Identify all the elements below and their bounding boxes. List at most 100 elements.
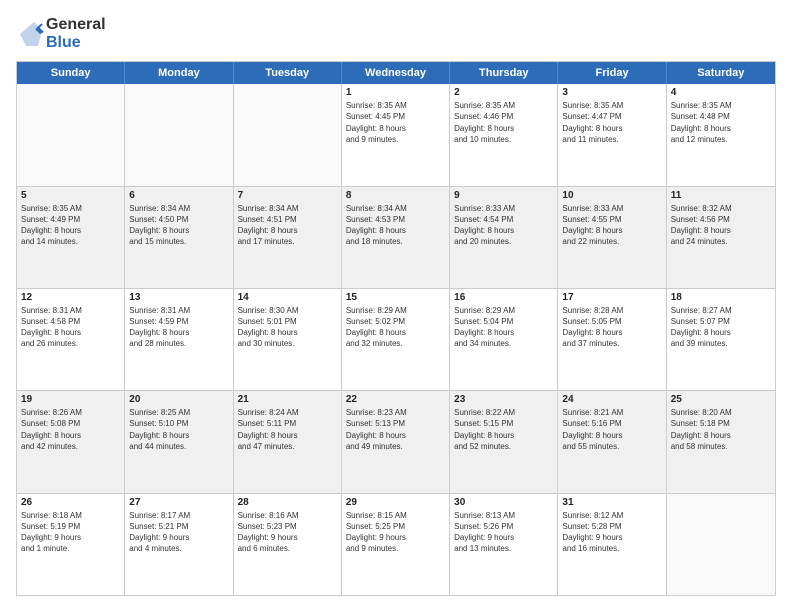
day-cell-1: 1 Sunrise: 8:35 AMSunset: 4:45 PMDaylight…	[342, 84, 450, 185]
day-info: Sunrise: 8:31 AMSunset: 4:59 PMDaylight:…	[129, 305, 228, 350]
day-number: 11	[671, 190, 771, 201]
day-number: 25	[671, 394, 771, 405]
weekday-header-wednesday: Wednesday	[342, 62, 450, 84]
day-number: 21	[238, 394, 337, 405]
weekday-header-tuesday: Tuesday	[234, 62, 342, 84]
day-number: 2	[454, 87, 553, 98]
calendar-header: SundayMondayTuesdayWednesdayThursdayFrid…	[17, 62, 775, 84]
day-number: 15	[346, 292, 445, 303]
logo-general-text: General	[46, 16, 106, 34]
day-cell-23: 23 Sunrise: 8:22 AMSunset: 5:15 PMDayligh…	[450, 391, 558, 492]
day-cell-8: 8 Sunrise: 8:34 AMSunset: 4:53 PMDaylight…	[342, 187, 450, 288]
calendar-row-2: 12Sunrise: 8:31 AMSunset: 4:58 PMDayligh…	[17, 288, 775, 390]
day-number: 16	[454, 292, 553, 303]
day-info: Sunrise: 8:26 AMSunset: 5:08 PMDaylight:…	[21, 407, 120, 452]
empty-cell-0-0	[17, 84, 125, 185]
day-info: Sunrise: 8:33 AMSunset: 4:55 PMDaylight:…	[562, 203, 661, 248]
day-number: 10	[562, 190, 661, 201]
day-number: 24	[562, 394, 661, 405]
day-cell-29: 29 Sunrise: 8:15 AMSunset: 5:25 PMDayligh…	[342, 494, 450, 595]
day-cell-30: 30 Sunrise: 8:13 AMSunset: 5:26 PMDayligh…	[450, 494, 558, 595]
day-info: Sunrise: 8:29 AMSunset: 5:04 PMDaylight:…	[454, 305, 553, 350]
day-cell-6: 6 Sunrise: 8:34 AMSunset: 4:50 PMDaylight…	[125, 187, 233, 288]
day-cell-21: 21Sunrise: 8:24 AMSunset: 5:11 PMDayligh…	[234, 391, 342, 492]
day-info: Sunrise: 8:34 AMSunset: 4:51 PMDaylight:…	[238, 203, 337, 248]
weekday-header-saturday: Saturday	[667, 62, 775, 84]
day-number: 8	[346, 190, 445, 201]
day-number: 19	[21, 394, 120, 405]
calendar: SundayMondayTuesdayWednesdayThursdayFrid…	[16, 61, 776, 596]
day-number: 30	[454, 497, 553, 508]
day-number: 12	[21, 292, 120, 303]
day-cell-18: 18 Sunrise: 8:27 AMSunset: 5:07 PMDayligh…	[667, 289, 775, 390]
day-cell-10: 10 Sunrise: 8:33 AMSunset: 4:55 PMDayligh…	[558, 187, 666, 288]
day-number: 7	[238, 190, 337, 201]
day-cell-9: 9Sunrise: 8:33 AMSunset: 4:54 PMDaylight…	[450, 187, 558, 288]
logo-container: General Blue	[16, 16, 106, 51]
day-cell-2: 2Sunrise: 8:35 AMSunset: 4:46 PMDaylight…	[450, 84, 558, 185]
day-cell-4: 4Sunrise: 8:35 AMSunset: 4:48 PMDaylight…	[667, 84, 775, 185]
day-info: Sunrise: 8:18 AMSunset: 5:19 PMDaylight:…	[21, 510, 120, 555]
day-info: Sunrise: 8:35 AMSunset: 4:47 PMDaylight:…	[562, 100, 661, 145]
day-number: 27	[129, 497, 228, 508]
day-info: Sunrise: 8:35 AMSunset: 4:45 PMDaylight:…	[346, 100, 445, 145]
day-cell-22: 22 Sunrise: 8:23 AMSunset: 5:13 PMDayligh…	[342, 391, 450, 492]
day-number: 18	[671, 292, 771, 303]
day-cell-11: 11 Sunrise: 8:32 AMSunset: 4:56 PMDayligh…	[667, 187, 775, 288]
day-info: Sunrise: 8:34 AMSunset: 4:50 PMDaylight:…	[129, 203, 228, 248]
day-number: 3	[562, 87, 661, 98]
weekday-header-sunday: Sunday	[17, 62, 125, 84]
day-cell-24: 24Sunrise: 8:21 AMSunset: 5:16 PMDayligh…	[558, 391, 666, 492]
day-info: Sunrise: 8:22 AMSunset: 5:15 PMDaylight:…	[454, 407, 553, 452]
day-info: Sunrise: 8:12 AMSunset: 5:28 PMDaylight:…	[562, 510, 661, 555]
day-cell-5: 5Sunrise: 8:35 AMSunset: 4:49 PMDaylight…	[17, 187, 125, 288]
day-number: 23	[454, 394, 553, 405]
calendar-row-3: 19 Sunrise: 8:26 AMSunset: 5:08 PMDayligh…	[17, 390, 775, 492]
day-cell-17: 17 Sunrise: 8:28 AMSunset: 5:05 PMDayligh…	[558, 289, 666, 390]
header: General Blue	[16, 16, 776, 51]
day-number: 14	[238, 292, 337, 303]
day-cell-26: 26 Sunrise: 8:18 AMSunset: 5:19 PMDayligh…	[17, 494, 125, 595]
day-number: 22	[346, 394, 445, 405]
day-cell-20: 20Sunrise: 8:25 AMSunset: 5:10 PMDayligh…	[125, 391, 233, 492]
day-cell-25: 25Sunrise: 8:20 AMSunset: 5:18 PMDayligh…	[667, 391, 775, 492]
day-number: 31	[562, 497, 661, 508]
day-info: Sunrise: 8:25 AMSunset: 5:10 PMDaylight:…	[129, 407, 228, 452]
day-cell-7: 7 Sunrise: 8:34 AMSunset: 4:51 PMDaylight…	[234, 187, 342, 288]
day-number: 29	[346, 497, 445, 508]
day-cell-3: 3 Sunrise: 8:35 AMSunset: 4:47 PMDaylight…	[558, 84, 666, 185]
logo-icon	[16, 20, 44, 48]
logo-blue-text: Blue	[46, 34, 106, 52]
calendar-row-0: 1 Sunrise: 8:35 AMSunset: 4:45 PMDaylight…	[17, 84, 775, 185]
day-info: Sunrise: 8:35 AMSunset: 4:49 PMDaylight:…	[21, 203, 120, 248]
day-info: Sunrise: 8:34 AMSunset: 4:53 PMDaylight:…	[346, 203, 445, 248]
weekday-header-friday: Friday	[558, 62, 666, 84]
day-info: Sunrise: 8:23 AMSunset: 5:13 PMDaylight:…	[346, 407, 445, 452]
day-cell-13: 13 Sunrise: 8:31 AMSunset: 4:59 PMDayligh…	[125, 289, 233, 390]
day-info: Sunrise: 8:27 AMSunset: 5:07 PMDaylight:…	[671, 305, 771, 350]
calendar-row-4: 26 Sunrise: 8:18 AMSunset: 5:19 PMDayligh…	[17, 493, 775, 595]
day-cell-14: 14 Sunrise: 8:30 AMSunset: 5:01 PMDayligh…	[234, 289, 342, 390]
day-info: Sunrise: 8:13 AMSunset: 5:26 PMDaylight:…	[454, 510, 553, 555]
day-number: 17	[562, 292, 661, 303]
logo: General Blue	[16, 16, 106, 51]
day-info: Sunrise: 8:35 AMSunset: 4:48 PMDaylight:…	[671, 100, 771, 145]
day-cell-15: 15Sunrise: 8:29 AMSunset: 5:02 PMDayligh…	[342, 289, 450, 390]
day-info: Sunrise: 8:30 AMSunset: 5:01 PMDaylight:…	[238, 305, 337, 350]
empty-cell-4-6	[667, 494, 775, 595]
day-cell-28: 28 Sunrise: 8:16 AMSunset: 5:23 PMDayligh…	[234, 494, 342, 595]
day-number: 28	[238, 497, 337, 508]
calendar-row-1: 5Sunrise: 8:35 AMSunset: 4:49 PMDaylight…	[17, 186, 775, 288]
day-info: Sunrise: 8:32 AMSunset: 4:56 PMDaylight:…	[671, 203, 771, 248]
day-info: Sunrise: 8:16 AMSunset: 5:23 PMDaylight:…	[238, 510, 337, 555]
day-info: Sunrise: 8:15 AMSunset: 5:25 PMDaylight:…	[346, 510, 445, 555]
day-cell-12: 12Sunrise: 8:31 AMSunset: 4:58 PMDayligh…	[17, 289, 125, 390]
day-info: Sunrise: 8:17 AMSunset: 5:21 PMDaylight:…	[129, 510, 228, 555]
day-cell-31: 31 Sunrise: 8:12 AMSunset: 5:28 PMDayligh…	[558, 494, 666, 595]
day-number: 26	[21, 497, 120, 508]
day-number: 13	[129, 292, 228, 303]
day-number: 1	[346, 87, 445, 98]
day-info: Sunrise: 8:28 AMSunset: 5:05 PMDaylight:…	[562, 305, 661, 350]
day-number: 6	[129, 190, 228, 201]
page: General Blue SundayMondayTuesdayWednesda…	[0, 0, 792, 612]
